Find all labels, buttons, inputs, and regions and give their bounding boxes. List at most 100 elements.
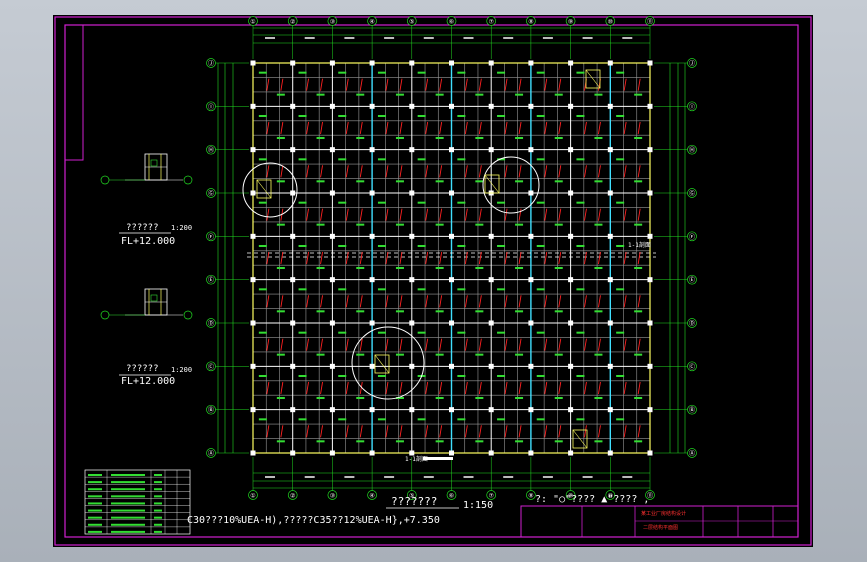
rebar-mark: [584, 425, 587, 438]
rebar-mark: [280, 381, 284, 395]
column: [250, 363, 256, 369]
detail-label: [150, 159, 158, 167]
beam-label: [634, 137, 643, 139]
rebar-mark: [598, 121, 601, 135]
beam-label: [594, 310, 603, 313]
detail-drawing-2: ?????? 1:200 FL+12.000: [100, 288, 193, 387]
column: [488, 103, 494, 109]
axis-label-column: ①: [250, 19, 255, 26]
beam-label: [276, 397, 285, 399]
beam-label: [298, 71, 307, 74]
beam-label: [356, 440, 365, 443]
rebar-mark: [399, 165, 403, 178]
beam-label: [515, 397, 524, 399]
beam-label: [634, 267, 643, 269]
rebar-mark: [598, 251, 601, 265]
rebar-mark: [637, 338, 641, 351]
axis-label-column: ③: [330, 19, 335, 26]
rebar-mark: [478, 78, 482, 91]
cad-viewport[interactable]: ① ① ② ② ③ ③ ④ ④ ⑤ ⑤ ⑥ ⑥ ⑦ ⑦ ⑧ ⑧ ⑨ ⑨ ⑩ ⑩ ⑪ ⑪ Ⓐ Ⓐ Ⓑ Ⓑ Ⓒ Ⓒ Ⓓ Ⓓ Ⓔ Ⓔ Ⓕ Ⓕ Ⓖ Ⓖ Ⓗ Ⓗ Ⓘ Ⓘ…: [0, 0, 867, 562]
rebar-mark: [464, 121, 468, 135]
column: [647, 450, 653, 456]
rebar-mark: [266, 295, 270, 308]
beam-label: [594, 267, 603, 269]
rebar-mark: [439, 381, 443, 395]
beam-label: [594, 180, 603, 183]
column: [290, 190, 296, 196]
rebar-mark: [544, 121, 548, 135]
beam-label: [435, 267, 444, 269]
callout-circle: [351, 326, 425, 400]
beam-label: [576, 71, 585, 74]
dim-text: [582, 37, 593, 39]
rebar-mark: [518, 251, 522, 265]
detail-2-level: FL+12.000: [121, 376, 175, 387]
column: [329, 147, 335, 153]
rebar-mark: [359, 295, 363, 308]
axis-label-column: ②: [290, 19, 295, 26]
dim-text: [384, 37, 395, 39]
beam-label: [594, 397, 603, 399]
beam-label: [536, 418, 545, 421]
rebar-mark: [584, 381, 587, 395]
dim-text: [503, 476, 514, 478]
beam-label: [377, 418, 386, 421]
beam-label: [497, 375, 506, 377]
beam-label: [356, 180, 365, 183]
rebar-mark: [320, 425, 323, 438]
dim-text: [265, 476, 275, 478]
opening-mark: [256, 179, 272, 199]
beam-label: [417, 158, 426, 161]
rebar-mark: [425, 425, 429, 438]
dim-text: [265, 37, 275, 39]
beam-label: [316, 310, 325, 313]
dim-text: [344, 476, 355, 478]
beam-label: [515, 180, 524, 183]
beam-label: [377, 201, 386, 204]
beam-label: [536, 115, 545, 117]
axis-label-row: Ⓐ: [689, 450, 695, 458]
beam-label: [395, 93, 404, 96]
axis-label-column: ②: [290, 493, 295, 500]
rebar-mark: [280, 425, 284, 438]
rebar-mark: [544, 338, 548, 351]
beam-label: [457, 201, 466, 204]
beam-label: [276, 93, 285, 96]
dim-text: [542, 37, 553, 39]
beam-label: [594, 223, 603, 226]
table-cell: [111, 502, 145, 505]
rebar-mark: [544, 251, 548, 265]
rebar-mark: [320, 165, 323, 178]
rebar-mark: [504, 295, 508, 308]
beam-label: [594, 93, 603, 96]
beam-label: [276, 310, 285, 313]
rebar-mark: [623, 338, 627, 351]
rebar-mark: [464, 338, 468, 351]
rebar-mark: [345, 251, 349, 265]
column: [528, 363, 534, 369]
beam-label: [377, 288, 386, 291]
table-cell: [88, 495, 102, 498]
rebar-mark: [385, 121, 389, 135]
rebar-mark: [399, 208, 403, 221]
beam-label: [576, 245, 585, 247]
rebar-mark: [359, 121, 363, 135]
axis-label-row: Ⓐ: [208, 450, 214, 458]
beam-label: [457, 331, 466, 334]
rebar-mark: [544, 295, 548, 308]
material-table: [84, 469, 191, 535]
column: [329, 277, 335, 283]
dim-text: [304, 476, 315, 478]
beam-label: [356, 137, 365, 139]
rebar-mark: [345, 121, 349, 135]
table-cell: [88, 509, 102, 512]
column: [369, 103, 375, 109]
column: [250, 450, 256, 456]
axis-label-column: ⑪: [647, 18, 653, 26]
rebar-mark: [464, 78, 468, 91]
beam-label: [515, 310, 524, 313]
project-name-line2: 二层结构平面图: [643, 524, 678, 531]
rebar-mark: [266, 381, 270, 395]
column: [647, 407, 653, 413]
column: [250, 60, 256, 66]
